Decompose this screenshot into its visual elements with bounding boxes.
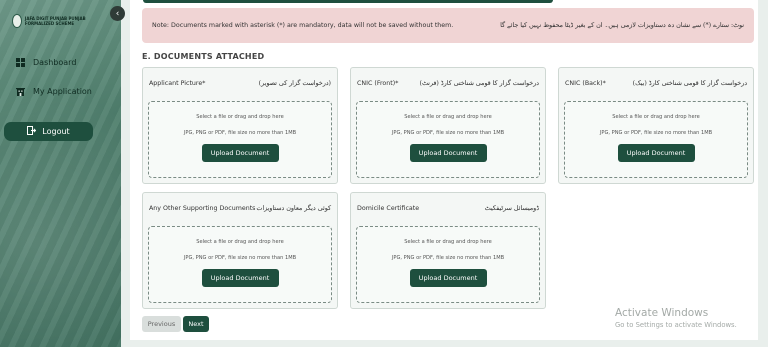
drop-zone[interactable]: Select a file or drag and drop here JPG,… — [564, 101, 748, 178]
upload-document-button[interactable]: Upload Document — [409, 269, 487, 287]
section-title: E. DOCUMENTS ATTACHED — [142, 52, 265, 61]
document-label-urdu: کوئی دیگر معاون دستاویزات — [256, 204, 331, 212]
notice-english: Note: Documents marked with asterisk (*)… — [152, 22, 454, 29]
document-header: CNIC (Back)* درخواست گزار کا قومی شناختی… — [559, 68, 753, 98]
building-icon — [16, 87, 25, 96]
previous-button[interactable]: Previous — [142, 316, 181, 332]
document-header: Domicile Certificate ڈومیسائل سرٹیفکیٹ — [351, 193, 545, 223]
document-header: Any Other Supporting Documents کوئی دیگر… — [143, 193, 337, 223]
document-label: CNIC (Front)* — [357, 79, 399, 87]
drop-instruction: Select a file or drag and drop here — [196, 239, 284, 245]
drop-instruction: Select a file or drag and drop here — [404, 114, 492, 120]
sidebar: JAFA DIGIT PUNJAB PUNJAB FORMALIZED SCHE… — [0, 0, 121, 347]
grid-icon — [16, 58, 25, 67]
notice-urdu: نوٹ: ستارے (*) سے نشان دہ دستاویزات لازم… — [500, 22, 744, 29]
drop-formats: JPG, PNG or PDF, file size no more than … — [391, 255, 505, 261]
logout-icon — [27, 126, 37, 137]
drop-zone[interactable]: Select a file or drag and drop here JPG,… — [356, 226, 540, 303]
logo-text: JAFA DIGIT PUNJAB PUNJAB FORMALIZED SCHE… — [24, 16, 86, 26]
sidebar-item-my-application[interactable]: My Application — [16, 87, 92, 96]
watermark-title: Activate Windows — [615, 307, 709, 319]
drop-instruction: Select a file or drag and drop here — [404, 239, 492, 245]
drop-formats: JPG, PNG or PDF, file size no more than … — [183, 130, 297, 136]
document-upload-supporting-documents: Any Other Supporting Documents کوئی دیگر… — [142, 192, 338, 309]
drop-zone[interactable]: Select a file or drag and drop here JPG,… — [148, 226, 332, 303]
drop-formats: JPG, PNG or PDF, file size no more than … — [599, 130, 713, 136]
mandatory-notice: Note: Documents marked with asterisk (*)… — [142, 8, 754, 43]
drop-instruction: Select a file or drag and drop here — [612, 114, 700, 120]
sidebar-item-dashboard[interactable]: Dashboard — [16, 58, 76, 67]
document-upload-cnic-back: CNIC (Back)* درخواست گزار کا قومی شناختی… — [558, 67, 754, 184]
app-logo: JAFA DIGIT PUNJAB PUNJAB FORMALIZED SCHE… — [12, 12, 98, 30]
document-label: CNIC (Back)* — [565, 79, 606, 87]
document-label: Applicant Picture* — [149, 79, 206, 87]
document-header: Applicant Picture* (درخواست گزار کی تصوی… — [143, 68, 337, 98]
main-content: Note: Documents marked with asterisk (*)… — [130, 0, 765, 347]
logo-emblem-icon — [12, 14, 22, 28]
drop-formats: JPG, PNG or PDF, file size no more than … — [391, 130, 505, 136]
sidebar-collapse-button[interactable]: ‹ — [110, 6, 125, 21]
document-label-urdu: درخواست گزار کا قومی شناختی کارڈ (بیک) — [632, 79, 747, 87]
document-label: Any Other Supporting Documents — [149, 204, 256, 212]
document-header: CNIC (Front)* درخواست گزار کا قومی شناخت… — [351, 68, 545, 98]
form-card: Note: Documents marked with asterisk (*)… — [130, 0, 758, 340]
document-upload-cnic-front: CNIC (Front)* درخواست گزار کا قومی شناخت… — [350, 67, 546, 184]
upload-document-button[interactable]: Upload Document — [617, 144, 695, 162]
document-label: Domicile Certificate — [357, 204, 420, 212]
watermark-subtitle: Go to Settings to activate Windows. — [615, 321, 737, 329]
document-upload-domicile-certificate: Domicile Certificate ڈومیسائل سرٹیفکیٹ S… — [350, 192, 546, 309]
next-button[interactable]: Next — [183, 316, 209, 332]
logout-label: Logout — [42, 127, 70, 136]
windows-activation-watermark: Activate Windows Go to Settings to activ… — [615, 307, 737, 329]
drop-formats: JPG, PNG or PDF, file size no more than … — [183, 255, 297, 261]
progress-strip — [143, 0, 553, 3]
upload-document-button[interactable]: Upload Document — [409, 144, 487, 162]
drop-instruction: Select a file or drag and drop here — [196, 114, 284, 120]
document-label-urdu: (درخواست گزار کی تصویر) — [258, 79, 331, 87]
document-label-urdu: درخواست گزار کا قومی شناختی کارڈ (فرنٹ) — [419, 79, 539, 87]
upload-document-button[interactable]: Upload Document — [201, 269, 279, 287]
sidebar-item-label: Dashboard — [33, 58, 77, 67]
document-label-urdu: ڈومیسائل سرٹیفکیٹ — [484, 204, 539, 212]
sidebar-item-label: My Application — [33, 87, 92, 96]
drop-zone[interactable]: Select a file or drag and drop here JPG,… — [148, 101, 332, 178]
drop-zone[interactable]: Select a file or drag and drop here JPG,… — [356, 101, 540, 178]
document-upload-applicant-picture: Applicant Picture* (درخواست گزار کی تصوی… — [142, 67, 338, 184]
upload-document-button[interactable]: Upload Document — [201, 144, 279, 162]
chevron-left-icon: ‹ — [115, 8, 120, 19]
logout-button[interactable]: Logout — [4, 122, 93, 141]
